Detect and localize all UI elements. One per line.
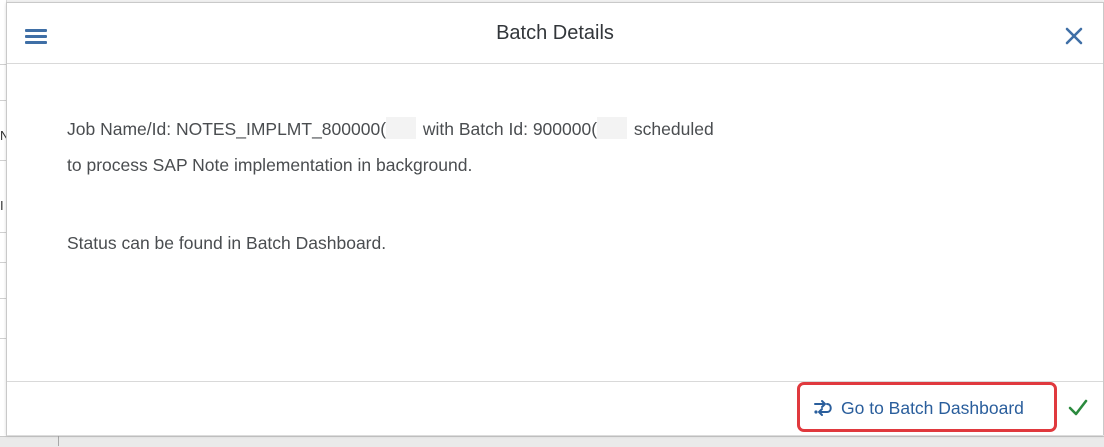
- background-bottom-bar: [0, 436, 1104, 447]
- message-line-process: to process SAP Note implementation in ba…: [67, 155, 473, 175]
- batch-details-dialog: Batch Details Job Name/Id: NOTES_IMPLMT_…: [6, 2, 1104, 435]
- dialog-title: Batch Details: [496, 22, 614, 44]
- close-icon[interactable]: [1061, 23, 1087, 49]
- go-to-batch-dashboard-label: Go to Batch Dashboard: [841, 397, 1024, 418]
- message-line-job: Job Name/Id: NOTES_IMPLMT_800000( with B…: [67, 117, 714, 140]
- scheduled-text: scheduled: [633, 119, 714, 139]
- dialog-header: Batch Details: [7, 3, 1103, 64]
- background-text-fragment: I: [0, 198, 4, 213]
- go-to-batch-dashboard-button[interactable]: Go to Batch Dashboard: [813, 396, 1024, 420]
- dialog-footer: Go to Batch Dashboard: [7, 381, 1103, 435]
- redacted-job-id: [386, 117, 417, 139]
- batch-dashboard-icon: [813, 397, 835, 419]
- message-line-status: Status can be found in Batch Dashboard.: [67, 233, 387, 253]
- job-name-text: Job Name/Id: NOTES_IMPLMT_800000(: [67, 119, 387, 139]
- checkmark-icon[interactable]: [1066, 396, 1090, 420]
- background-divider: [58, 436, 59, 446]
- batch-id-text: with Batch Id: 900000(: [422, 119, 598, 139]
- redacted-batch-id: [597, 117, 628, 139]
